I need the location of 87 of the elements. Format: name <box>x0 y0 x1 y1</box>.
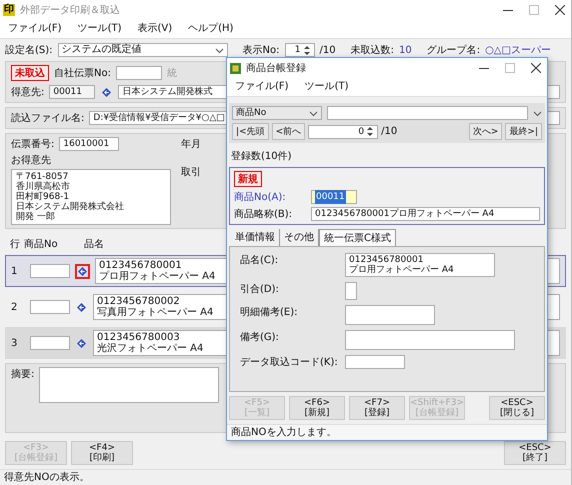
record-spinbox[interactable]: 0 <box>308 124 378 138</box>
field-label: 設定名(S): <box>5 44 53 57</box>
row-number: 1 <box>11 266 18 276</box>
short-name-field[interactable]: 0123456780001プロ用フォトペーパー A4 <box>311 207 540 221</box>
settings-dropdown[interactable]: システムの既定値 <box>58 43 228 57</box>
product-code-field[interactable]: 00011 <box>311 190 357 204</box>
memo-field[interactable] <box>39 367 220 403</box>
input-field[interactable] <box>345 282 357 300</box>
field-label: 表示No: <box>242 44 280 57</box>
nav-button[interactable]: |<先頭 <box>232 123 269 140</box>
field-label: データ取込コード(K): <box>240 356 339 369</box>
status-badge: 未取込 <box>11 65 49 81</box>
product-code-field[interactable] <box>30 300 70 314</box>
lookup-button[interactable] <box>75 336 88 350</box>
function-button[interactable]: <F4> [印刷] <box>71 441 133 465</box>
field-label: 取引 <box>181 166 201 179</box>
input-field[interactable]: 0123456780001 プロ用フォトペーパー A4 <box>345 253 495 277</box>
menu-item[interactable]: ファイル(F) <box>8 21 62 35</box>
record-total: /10 <box>381 126 398 137</box>
row-number: 2 <box>11 302 18 312</box>
address-box: 〒761-8057 香川県高松市 田村町968-1 日本システム開発株式会社 開発 一郎 <box>11 169 171 225</box>
field-label: 読込ファイル名: <box>11 112 84 125</box>
column-header: 商品No <box>24 238 59 251</box>
page-total: /10 <box>320 44 336 56</box>
input-field[interactable] <box>345 330 515 350</box>
tab[interactable]: 統一伝票C様式 <box>319 229 396 246</box>
field-label: 明細備考(E): <box>240 306 298 319</box>
field-label: 引合(D): <box>240 283 280 296</box>
field-label: 得意先: <box>11 86 44 99</box>
menu-item[interactable]: ファイル(F) <box>235 79 289 93</box>
function-button[interactable]: <ESC> [閉じる] <box>489 396 545 420</box>
row-number: 3 <box>11 338 18 348</box>
nav-button[interactable]: 次へ> <box>468 123 502 140</box>
diamond-arrow-icon <box>102 88 112 96</box>
function-button[interactable]: <F6> [新規] <box>289 396 345 420</box>
field-label: グループ名: <box>426 44 480 57</box>
spin-arrows-icon[interactable] <box>366 126 374 137</box>
record-count: 登録数(10件) <box>230 150 293 164</box>
customer-code-field[interactable]: 00011 <box>49 85 96 99</box>
field-label: 摘要: <box>11 368 34 381</box>
field-label: 備考(G): <box>240 330 280 344</box>
product-code-field[interactable] <box>30 264 70 278</box>
app-icon <box>230 62 241 74</box>
function-button[interactable]: <ESC> [終了] <box>504 441 566 465</box>
status-bar: 得意先NOの表示。 <box>0 469 571 485</box>
field-label: 自社伝票No: <box>54 66 111 80</box>
field-label: 未取込数: <box>350 44 394 57</box>
slip-number-field[interactable] <box>116 66 162 80</box>
function-button[interactable]: <F7> [登録] <box>349 396 405 420</box>
menu-item[interactable]: ツール(T) <box>304 79 348 93</box>
column-header: 行 <box>10 238 21 251</box>
slip-number-field[interactable]: 16010001 <box>59 137 120 151</box>
spin-arrows-icon[interactable] <box>302 44 310 56</box>
search-key-dropdown[interactable]: 商品No <box>232 106 322 120</box>
menu-item[interactable]: 表示(V) <box>137 21 172 35</box>
diamond-arrow-icon <box>77 338 86 348</box>
lookup-button[interactable] <box>100 86 114 98</box>
field-label: 商品略称(B): <box>234 208 294 221</box>
window-title: 外部データ印刷＆取込 <box>20 4 121 17</box>
pending-count: 10 <box>398 44 412 56</box>
field-label: 統 <box>166 67 177 80</box>
group-name: ○△□スーパー <box>485 44 551 57</box>
column-header: 品名 <box>84 238 104 251</box>
mode-badge: 新規 <box>234 171 262 187</box>
status-bar: 商品NOを入力します。 <box>227 424 547 440</box>
page-spinbox[interactable]: 1 <box>284 43 314 57</box>
diamond-arrow-icon <box>78 266 87 276</box>
lookup-button[interactable] <box>75 300 88 314</box>
field-label: 商品No(A): <box>234 190 287 204</box>
input-field[interactable] <box>345 355 405 369</box>
window-title: 商品台帳登録 <box>246 62 307 75</box>
field-label: 伝票番号: <box>11 138 54 151</box>
field-label: 品名(C): <box>240 254 280 267</box>
menu-item[interactable]: ヘルプ(H) <box>188 21 234 35</box>
nav-button[interactable]: 最終>| <box>505 123 542 140</box>
close-icon[interactable] <box>531 63 541 73</box>
diamond-arrow-icon <box>77 302 86 312</box>
app-icon: 印 <box>3 4 15 16</box>
field-label: 年月 <box>181 138 201 151</box>
product-code-field[interactable] <box>30 336 70 350</box>
nav-button[interactable]: <前へ <box>272 123 306 140</box>
input-field[interactable] <box>345 305 435 325</box>
close-icon[interactable] <box>555 5 565 15</box>
field-label: お得意先 <box>11 154 52 167</box>
lookup-button[interactable] <box>75 264 90 278</box>
menu-item[interactable]: ツール(T) <box>78 21 122 35</box>
search-field[interactable] <box>327 106 528 120</box>
